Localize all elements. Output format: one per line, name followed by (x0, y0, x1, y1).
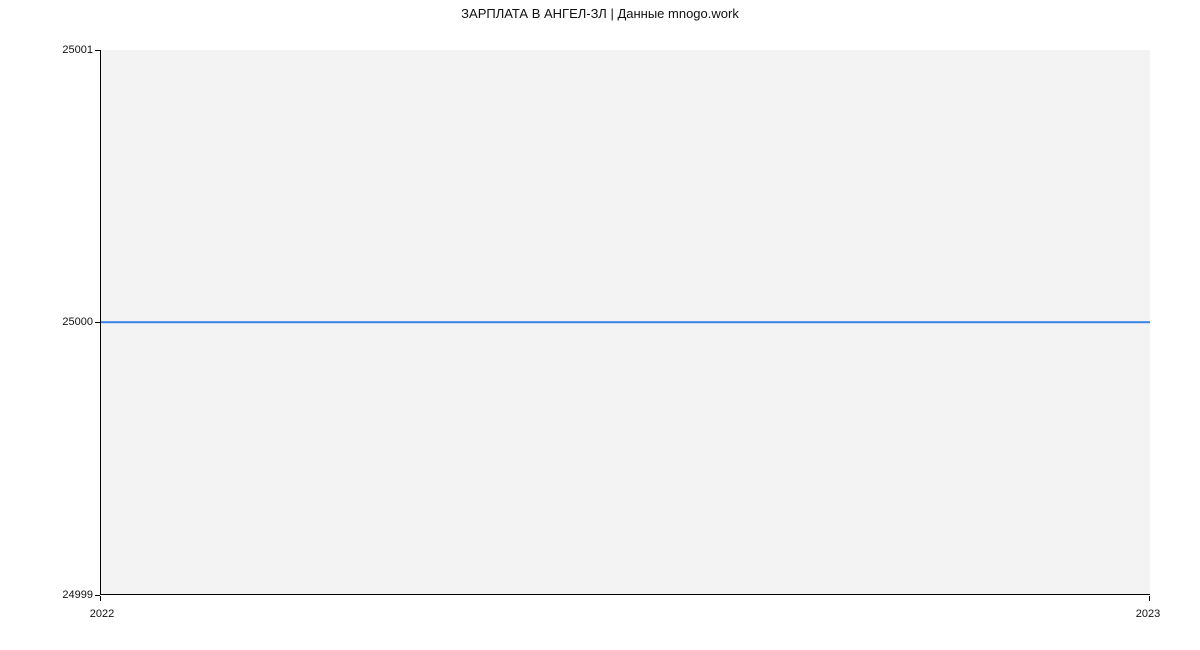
y-tick-mark (95, 322, 100, 323)
plot-area (100, 50, 1150, 595)
data-line (101, 321, 1150, 323)
y-tick-label: 25000 (33, 316, 93, 328)
y-tick-mark (95, 50, 100, 51)
y-tick-label: 24999 (33, 589, 93, 601)
x-tick-mark (1149, 596, 1150, 601)
x-tick-label: 2023 (1128, 608, 1168, 620)
y-tick-label: 25001 (33, 44, 93, 56)
x-tick-mark (100, 596, 101, 601)
chart-title: ЗАРПЛАТА В АНГЕЛ-ЗЛ | Данные mnogo.work (0, 6, 1200, 21)
x-tick-label: 2022 (82, 608, 122, 620)
